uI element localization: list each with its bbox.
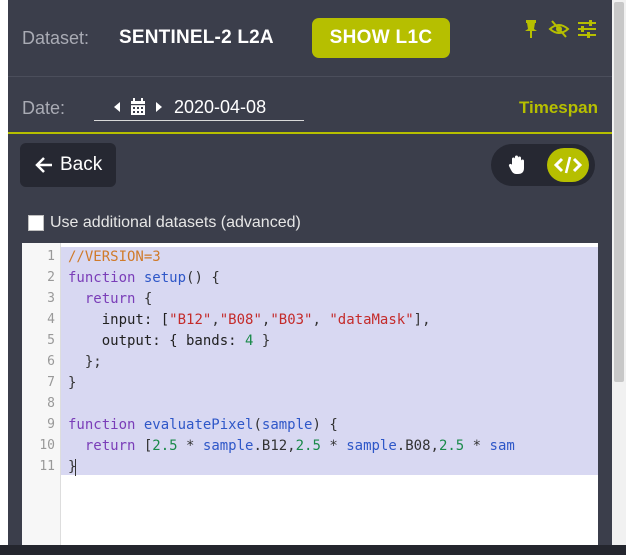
line-number-gutter: 1 2 3 4 5 6 7 8 9 10 11 [22, 243, 61, 545]
code-text: () { [186, 270, 220, 286]
code-text: * [464, 438, 490, 454]
code-number: 2.5 [295, 438, 321, 454]
code-text: input: [ [101, 312, 170, 328]
code-line: return [2.5 * sample.B12,2.5 * sample.B0… [68, 438, 515, 454]
line-number: 9 [47, 417, 55, 432]
mode-toggle[interactable] [491, 144, 595, 186]
line-number: 1 [47, 249, 55, 264]
code-text: [ [135, 438, 153, 454]
dataset-row: Dataset: SENTINEL-2 L2A SHOW L1C [8, 12, 612, 64]
code-text: , [211, 312, 220, 328]
code-keyword: function [68, 270, 136, 286]
date-row: Date: 2020-04-08 Timespan [8, 84, 612, 130]
code-text: * [320, 438, 347, 454]
code-line: return { [68, 291, 152, 307]
dataset-value: SENTINEL-2 L2A [119, 27, 274, 48]
code-text: }; [84, 354, 102, 370]
additional-datasets-checkbox[interactable] [28, 215, 44, 231]
code-line: output: { bands: 4 } [68, 333, 271, 349]
timespan-link[interactable]: Timespan [519, 98, 598, 118]
code-text: } [253, 333, 271, 349]
code-line: //VERSION=3 [68, 249, 161, 265]
code-text: .B08, [396, 438, 439, 454]
pin-icon[interactable] [520, 18, 542, 40]
top-icon-group [520, 18, 598, 40]
scrollbar-thumb[interactable] [614, 2, 624, 382]
previous-date-icon[interactable] [114, 102, 120, 112]
code-string: "B12" [169, 312, 212, 328]
code-variable: sample [202, 438, 254, 454]
line-number: 4 [47, 312, 55, 327]
line-number: 7 [47, 375, 55, 390]
code-editor[interactable]: 1 2 3 4 5 6 7 8 9 10 11 //VERSION=3 func… [22, 243, 598, 545]
line-number: 11 [39, 459, 55, 474]
hand-icon[interactable] [505, 153, 529, 177]
line-number: 5 [47, 333, 55, 348]
line-number: 3 [47, 291, 55, 306]
date-label: Date: [22, 98, 66, 118]
code-function-name: setup [143, 270, 187, 286]
code-line: function setup() { [68, 270, 220, 286]
show-l1c-button[interactable]: SHOW L1C [312, 18, 450, 58]
code-function-name: evaluatePixel [143, 417, 254, 433]
line-number: 8 [47, 396, 55, 411]
code-text: output: { bands: [101, 333, 246, 349]
code-number: 2.5 [438, 438, 465, 454]
calendar-icon[interactable] [130, 98, 146, 121]
code-line: input: ["B12","B08","B03", "dataMask"], [68, 312, 431, 328]
line-number: 10 [39, 438, 55, 453]
code-keyword: function [68, 417, 136, 433]
code-variable: sample [346, 438, 397, 454]
date-picker[interactable]: 2020-04-08 [94, 96, 304, 121]
date-value[interactable]: 2020-04-08 [174, 97, 266, 118]
code-string: "B08" [219, 312, 262, 328]
code-text: .B12, [253, 438, 296, 454]
code-text: ( [253, 417, 262, 433]
accent-divider [8, 132, 612, 134]
code-text: } [68, 375, 77, 391]
code-icon[interactable] [547, 148, 589, 182]
code-string: "B03" [270, 312, 313, 328]
code-text: ], [413, 312, 431, 328]
back-label: Back [60, 154, 103, 175]
code-number: 2.5 [152, 438, 178, 454]
code-line: function evaluatePixel(sample) { [68, 417, 338, 433]
sliders-icon[interactable] [576, 18, 598, 40]
next-date-icon[interactable] [156, 102, 162, 112]
back-button[interactable]: Back [20, 143, 116, 187]
code-argument: sample [261, 417, 313, 433]
line-number: 6 [47, 354, 55, 369]
line-number: 2 [47, 270, 55, 285]
code-keyword: return [84, 438, 136, 454]
code-variable: sam [489, 438, 515, 454]
divider [8, 76, 612, 77]
eye-slash-icon[interactable] [548, 18, 570, 40]
arrow-left-icon [34, 143, 54, 204]
code-line: } [68, 375, 76, 391]
dataset-label: Dataset: [22, 28, 90, 48]
bottom-edge [0, 545, 626, 555]
code-line: }; [68, 354, 102, 370]
code-text: { [135, 291, 153, 307]
code-text: * [177, 438, 203, 454]
code-keyword: return [84, 291, 136, 307]
code-text: ) { [312, 417, 338, 433]
text-cursor [75, 459, 76, 476]
code-text: , [312, 312, 330, 328]
code-string: "dataMask" [329, 312, 414, 328]
additional-datasets-label[interactable]: Use additional datasets (advanced) [50, 214, 301, 232]
code-comment: //VERSION=3 [68, 249, 161, 265]
